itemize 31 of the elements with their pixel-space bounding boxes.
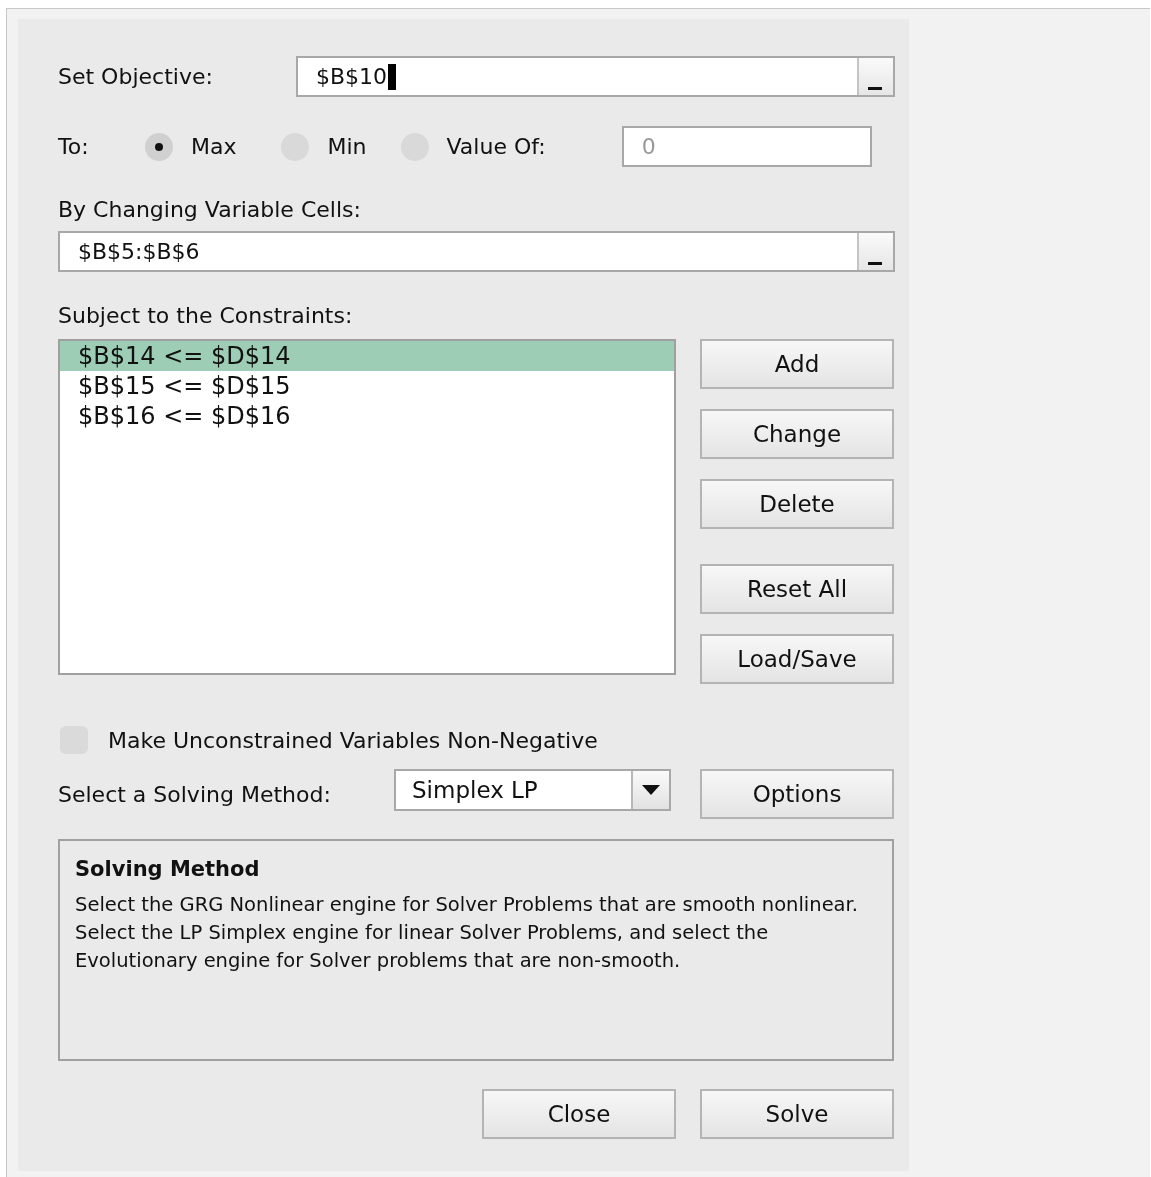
method-dropdown[interactable]: Simplex LP [394,769,671,811]
action-button[interactable]: Delete [700,479,894,529]
constraint-item[interactable]: $B$14 <= $D$14 [60,341,674,371]
radio-button[interactable] [145,132,173,161]
section-label: Subject to the Constraints: [58,303,354,328]
action-button[interactable]: Change [700,409,894,459]
radio-label: Value Of: [446,134,546,159]
field-value: $B$5:$B$6 [78,239,200,264]
info-text: Select the GRG Nonlinear engine for Solver Problems that are smooth nonlinear. Select the LP Simplex engine for linear Solver Problems, and select the Evolutionary engine for Solver problems that are non-smooth. [75,892,859,974]
range-picker-button[interactable] [857,58,893,95]
info-title: Solving Method [75,857,261,881]
action-button[interactable]: Add [700,339,894,389]
dropdown-value: Simplex LP [412,777,538,803]
action-button[interactable]: Load/Save [700,634,894,684]
section-label: By Changing Variable Cells: [58,197,362,222]
field-label: To: [58,134,90,159]
field-value: $B$10 [316,64,388,89]
variable-cells-field[interactable]: $B$5:$B$6 [58,231,895,272]
footer-button[interactable]: Close [482,1089,676,1139]
range-picker-button[interactable] [857,233,893,270]
radio-label: Max [191,134,237,159]
action-button[interactable]: Reset All [700,564,894,614]
field-label: Select a Solving Method: [58,781,332,807]
checkbox-label: Make Unconstrained Variables Non-Negative [108,727,598,753]
footer-button[interactable]: Solve [700,1089,894,1139]
objective-field[interactable]: $B$10 [296,56,895,97]
options-button[interactable]: Options [700,769,894,819]
field-label: Set Objective: [58,64,214,89]
constraint-item[interactable]: $B$15 <= $D$15 [60,371,674,401]
constraint-item[interactable]: $B$16 <= $D$16 [60,401,674,431]
radio-label: Min [327,134,367,159]
